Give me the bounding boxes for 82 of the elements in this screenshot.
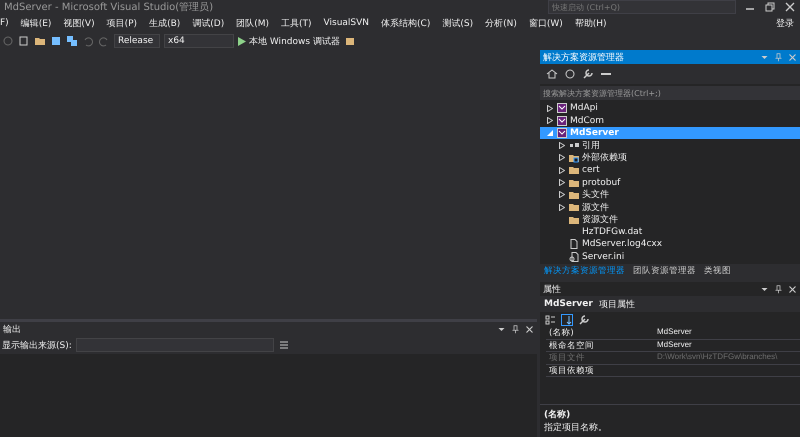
tree-item[interactable]: protobuf bbox=[540, 176, 800, 189]
property-name: (名称) bbox=[546, 327, 654, 340]
close-icon[interactable] bbox=[525, 324, 534, 334]
menu-item[interactable]: 分析(N) bbox=[485, 16, 517, 30]
categorized-icon[interactable] bbox=[544, 314, 556, 326]
property-name: 项目文件 bbox=[546, 352, 654, 364]
new-project-icon[interactable] bbox=[18, 35, 30, 47]
quick-launch-field[interactable]: 快速启动 (Ctrl+Q) bbox=[548, 0, 736, 14]
folder-icon bbox=[569, 178, 579, 188]
menu-item[interactable]: 体系结构(C) bbox=[381, 16, 430, 30]
save-icon[interactable] bbox=[50, 35, 62, 47]
tree-item[interactable]: 外部依赖项 bbox=[540, 152, 800, 164]
menu-item[interactable]: 生成(B) bbox=[149, 16, 180, 30]
wrench-icon[interactable] bbox=[578, 314, 590, 326]
menu-item[interactable]: F) bbox=[0, 18, 9, 28]
menu-item[interactable]: 团队(M) bbox=[236, 16, 270, 30]
tree-item[interactable]: MdServer.log4cxx bbox=[540, 238, 800, 251]
folder-icon bbox=[569, 165, 579, 176]
word-wrap-icon[interactable] bbox=[278, 339, 290, 351]
close-icon[interactable] bbox=[788, 284, 797, 294]
panel-title: 属性 bbox=[543, 284, 561, 296]
close-icon[interactable] bbox=[784, 1, 796, 13]
alphabetical-icon[interactable] bbox=[561, 314, 573, 326]
panel-title: 解决方案资源管理器 bbox=[543, 51, 624, 64]
play-icon bbox=[238, 36, 246, 46]
home-icon[interactable] bbox=[546, 68, 558, 80]
pin-icon[interactable] bbox=[774, 284, 783, 294]
project-icon bbox=[557, 116, 567, 126]
menu-item[interactable]: 调试(D) bbox=[192, 16, 224, 30]
config-file-icon bbox=[569, 252, 579, 262]
menu-item[interactable]: 测试(S) bbox=[442, 16, 474, 30]
menu-item[interactable]: 工具(T) bbox=[281, 16, 312, 30]
property-name: 项目依赖项 bbox=[546, 364, 654, 377]
tree-item[interactable]: 引用 bbox=[540, 139, 800, 152]
property-value: D:\Work\svn\HzTDFGw\branches\ bbox=[654, 352, 800, 364]
configuration-dropdown[interactable]: Release bbox=[114, 34, 160, 48]
panel-tab[interactable]: 类视图 bbox=[704, 265, 731, 277]
menu-item[interactable]: 编辑(E) bbox=[20, 16, 52, 30]
collapse-arrow-icon[interactable] bbox=[547, 130, 553, 136]
menu-item[interactable]: 项目(P) bbox=[106, 16, 138, 30]
menu-item[interactable]: 窗口(W) bbox=[528, 16, 563, 30]
undo-icon[interactable] bbox=[82, 35, 94, 47]
restore-icon[interactable] bbox=[764, 1, 776, 13]
source-label: 显示输出来源(S): bbox=[2, 340, 72, 352]
platform-dropdown[interactable]: x64 bbox=[164, 34, 234, 48]
description-text: 指定项目名称。 bbox=[544, 422, 608, 434]
folder-icon bbox=[569, 152, 579, 163]
folder-icon bbox=[569, 190, 579, 200]
tree-item[interactable]: 源文件 bbox=[540, 201, 800, 214]
tree-item[interactable]: 头文件 bbox=[540, 188, 800, 202]
tree-item[interactable]: MdApi bbox=[540, 102, 800, 114]
menu-item[interactable]: 帮助(H) bbox=[574, 16, 607, 30]
menu-item[interactable]: VisualSVN bbox=[324, 18, 370, 28]
sign-in-link[interactable]: 登录 bbox=[776, 16, 794, 30]
pin-icon[interactable] bbox=[511, 324, 520, 334]
save-all-icon[interactable] bbox=[66, 35, 78, 47]
folder-icon bbox=[569, 202, 579, 212]
tree-item[interactable]: Server.ini bbox=[540, 250, 800, 264]
description-title: (名称) bbox=[544, 408, 572, 421]
project-icon bbox=[557, 128, 567, 138]
menu-item[interactable]: 视图(V) bbox=[63, 16, 95, 30]
property-name: 根命名空间 bbox=[546, 340, 654, 352]
panel-tab[interactable]: 解决方案资源管理器 bbox=[544, 265, 625, 277]
open-folder-icon[interactable] bbox=[34, 35, 46, 47]
tree-item[interactable]: MdCom bbox=[540, 114, 800, 127]
object-name: MdServer bbox=[544, 299, 593, 309]
project-icon bbox=[557, 103, 567, 114]
folder-icon bbox=[569, 214, 579, 225]
tree-item[interactable]: 资源文件 bbox=[540, 214, 800, 226]
file-icon bbox=[569, 239, 579, 250]
start-debugger-button[interactable]: 本地 Windows 调试器 bbox=[238, 34, 340, 48]
property-value: MdServer bbox=[654, 340, 800, 352]
search-field[interactable]: 搜索解决方案资源管理器(Ctrl+;) bbox=[540, 86, 800, 100]
object-type: 项目属性 bbox=[598, 298, 635, 310]
wrench-icon[interactable] bbox=[582, 68, 594, 80]
panel-tab[interactable]: 团队资源管理器 bbox=[633, 265, 696, 277]
property-value: MdServer bbox=[654, 327, 800, 340]
redo-icon[interactable] bbox=[98, 35, 110, 47]
tree-item[interactable]: HzTDFGw.dat bbox=[540, 226, 800, 238]
window-title: MdServer - Microsoft Visual Studio(管理员) bbox=[4, 1, 214, 14]
tree-item[interactable]: cert bbox=[540, 164, 800, 176]
panel-title: 输出 bbox=[3, 324, 21, 336]
